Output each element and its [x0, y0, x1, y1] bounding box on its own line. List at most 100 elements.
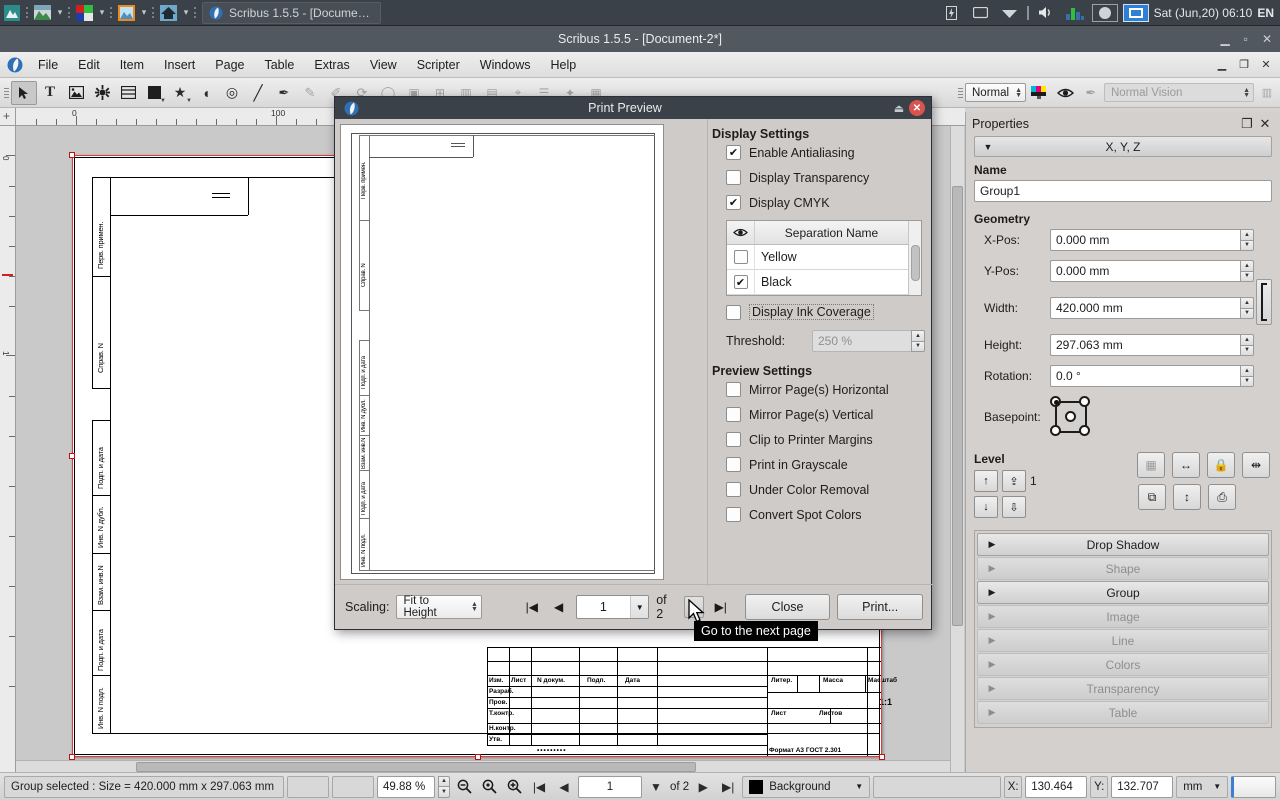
shape-tool[interactable]: ▼ — [141, 81, 167, 105]
canvas-horizontal-scrollbar[interactable] — [16, 760, 950, 772]
ungroup-grid-icon[interactable]: ⧉ — [1138, 484, 1166, 510]
next-page-button[interactable]: ▶ — [683, 596, 704, 618]
page-dropdown-icon[interactable]: ▼ — [645, 776, 667, 798]
menu-page[interactable]: Page — [205, 54, 254, 76]
first-page-button[interactable]: |◀ — [522, 596, 542, 618]
mirror-horizontal-row[interactable]: Mirror Page(s) Horizontal — [726, 382, 925, 397]
unit-select[interactable]: mm ▼ — [1176, 775, 1229, 798]
scrollbar-thumb[interactable] — [952, 186, 963, 626]
last-page-icon[interactable]: ▶| — [717, 776, 739, 798]
ruler-origin-corner[interactable] — [0, 108, 16, 126]
image-viewer-icon[interactable] — [115, 3, 137, 23]
bezier-tool[interactable]: ✒ — [271, 81, 297, 105]
render-frame-tool[interactable] — [89, 81, 115, 105]
section-table[interactable]: ▶ Table — [977, 701, 1269, 724]
workspace-2-button[interactable] — [1122, 3, 1149, 22]
previous-page-icon[interactable]: ◀ — [553, 776, 575, 798]
battery-icon[interactable] — [941, 3, 963, 23]
basepoint-selector[interactable] — [1050, 396, 1092, 438]
cmyk-preview-icon[interactable] — [1026, 81, 1052, 105]
workspace-1-button[interactable] — [1091, 3, 1118, 22]
select-tool[interactable] — [11, 80, 37, 105]
close-palette-button[interactable]: ✕ — [1256, 116, 1274, 132]
clip-printer-margins-row[interactable]: Clip to Printer Margins — [726, 432, 925, 447]
chevron-down-icon[interactable]: ▾ — [54, 7, 66, 18]
lock-size-icon[interactable]: ⇹ — [1242, 452, 1270, 478]
menu-file[interactable]: File — [28, 54, 68, 76]
close-button[interactable]: ✕ — [1262, 32, 1272, 46]
shade-window-icon[interactable]: ⏏ — [889, 102, 909, 115]
spiral-tool[interactable]: ◎ — [219, 81, 245, 105]
convert-spot-colors-checkbox[interactable] — [726, 507, 741, 522]
document-minimize-button[interactable]: ▁ — [1212, 56, 1232, 74]
menu-insert[interactable]: Insert — [154, 54, 205, 76]
freehand-tool[interactable]: ✎ — [297, 81, 323, 105]
page-number-input[interactable]: 1 — [578, 775, 642, 798]
print-grayscale-row[interactable]: Print in Grayscale — [726, 457, 925, 472]
clip-printer-margins-checkbox[interactable] — [726, 432, 741, 447]
zoom-out-icon[interactable] — [453, 776, 475, 798]
height-stepper[interactable]: ▲ ▼ — [1240, 334, 1254, 356]
separations-scrollbar[interactable] — [908, 221, 921, 295]
taskbar-clock[interactable]: Sat (Jun,20) 06:10 — [1154, 6, 1253, 20]
layer-select[interactable]: Background ▼ — [742, 775, 871, 798]
lower-to-bottom-button[interactable]: ⇩ — [1002, 496, 1026, 518]
document-close-button[interactable]: ✕ — [1256, 56, 1276, 74]
text-frame-tool[interactable]: T — [37, 81, 63, 105]
display-cmyk-checkbox[interactable]: ✔ — [726, 195, 741, 210]
section-transparency[interactable]: ▶ Transparency — [977, 677, 1269, 700]
toolbar-grip[interactable] — [2, 83, 11, 103]
more-toolbar-icon[interactable]: ▥ — [1254, 81, 1280, 105]
scaling-select[interactable]: Fit to Height ▲ ▼ — [396, 595, 482, 619]
vision-mode-select[interactable]: Normal Vision ▲ ▼ — [1104, 83, 1254, 102]
print-button[interactable]: Print... — [837, 594, 924, 620]
lock-item-icon[interactable]: 🔒 — [1207, 452, 1235, 478]
x-pos-field[interactable]: 0.000 mm ▲ ▼ — [1050, 229, 1254, 251]
basepoint-bottom-right[interactable] — [1079, 425, 1090, 436]
display-ink-coverage-row[interactable]: Display Ink Coverage — [726, 304, 925, 320]
spinner-arrows-icon[interactable]: ▲ ▼ — [1243, 87, 1250, 99]
chevron-down-icon[interactable]: ▾ — [180, 7, 192, 18]
vertical-ruler[interactable]: 0 1 — [0, 126, 16, 772]
previous-page-button[interactable]: ◀ — [549, 596, 569, 618]
chevron-down-icon[interactable]: ▼ — [1213, 782, 1221, 791]
section-colors[interactable]: ▶ Colors — [977, 653, 1269, 676]
menu-scripter[interactable]: Scripter — [407, 54, 470, 76]
menu-item[interactable]: Item — [110, 54, 154, 76]
threshold-field[interactable]: 250 % ▲ ▼ — [812, 330, 925, 352]
zoom-input[interactable]: 49.88 % — [377, 775, 435, 798]
display-ink-coverage-checkbox[interactable] — [726, 304, 741, 320]
restore-button[interactable]: ▫ — [1244, 32, 1248, 46]
menu-table[interactable]: Table — [254, 54, 304, 76]
section-image[interactable]: ▶ Image — [977, 605, 1269, 628]
chevron-down-icon[interactable]: ▾ — [138, 7, 150, 18]
enable-antialiasing-row[interactable]: ✔ Enable Antialiasing — [726, 145, 925, 160]
print-grayscale-checkbox[interactable] — [726, 457, 741, 472]
chevron-right-icon[interactable]: ▶ — [978, 539, 1006, 550]
next-page-icon[interactable]: ▶ — [692, 776, 714, 798]
display-transparency-row[interactable]: Display Transparency — [726, 170, 925, 185]
separation-yellow-checkbox[interactable] — [727, 245, 755, 269]
section-group[interactable]: ▶ Group — [977, 581, 1269, 604]
enable-antialiasing-checkbox[interactable]: ✔ — [726, 145, 741, 160]
image-frame-tool[interactable] — [63, 81, 89, 105]
flip-vertical-icon[interactable]: ↕ — [1173, 484, 1201, 510]
separations-table[interactable]: Separation Name Yellow ✔ Black — [726, 220, 922, 296]
chevron-down-icon[interactable]: ▼ — [160, 98, 166, 104]
scrollbar-thumb[interactable] — [136, 762, 696, 772]
group-grid-icon[interactable]: ▦ — [1137, 452, 1165, 478]
zoom-100-icon[interactable] — [478, 776, 500, 798]
menu-view[interactable]: View — [360, 54, 407, 76]
display-cmyk-row[interactable]: ✔ Display CMYK — [726, 195, 925, 210]
float-palette-button[interactable]: ❐ — [1238, 116, 1256, 132]
last-page-button[interactable]: ▶| — [711, 596, 731, 618]
color-blindness-pen-icon[interactable]: ✒ — [1078, 81, 1104, 105]
flip-horizontal-icon[interactable]: ↔ — [1172, 452, 1200, 478]
print-item-icon[interactable]: ⎙ — [1208, 484, 1236, 510]
threshold-stepper[interactable]: ▲ ▼ — [911, 330, 925, 352]
home-icon[interactable] — [157, 3, 179, 23]
section-shape[interactable]: ▶ Shape — [977, 557, 1269, 580]
mirror-vertical-checkbox[interactable] — [726, 407, 741, 422]
polygon-tool[interactable]: ★ ▼ — [167, 81, 193, 105]
visual-appearance-eye-icon[interactable] — [1052, 81, 1078, 105]
